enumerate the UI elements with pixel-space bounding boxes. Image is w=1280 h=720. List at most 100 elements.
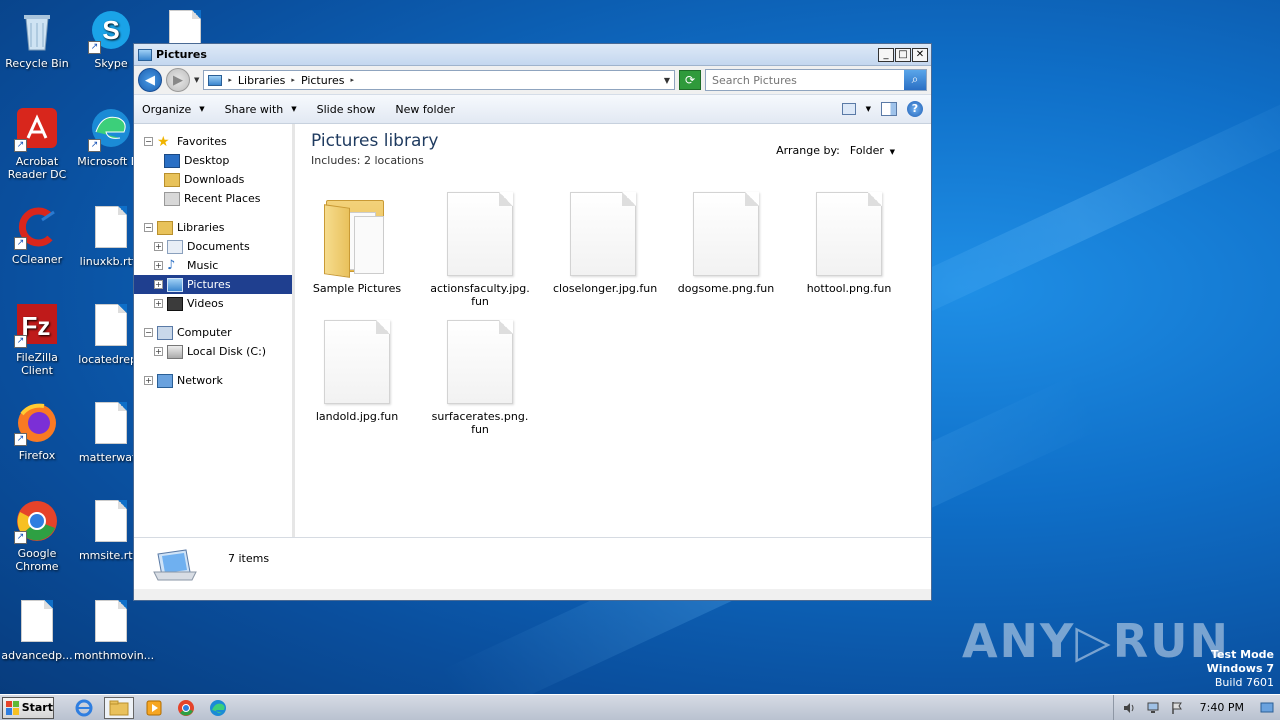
chrome-taskbar-button[interactable]: [174, 697, 198, 719]
nav-item-network[interactable]: + Network: [134, 371, 292, 390]
nav-item-downloads[interactable]: Downloads: [134, 170, 292, 189]
expand-icon[interactable]: +: [154, 347, 163, 356]
file-item[interactable]: landold.jpg.fun: [307, 320, 407, 423]
breadcrumb-pictures[interactable]: Pictures: [301, 74, 345, 87]
view-options-dropdown-icon[interactable]: ▼: [866, 105, 871, 113]
nav-label: Desktop: [184, 154, 230, 167]
recycle-bin-icon: [14, 8, 60, 54]
media-player-icon: [146, 700, 162, 715]
desktop-icon-label: Skype: [94, 57, 128, 70]
desktop-icon-chrome[interactable]: ↗ Google Chrome: [0, 498, 74, 573]
document-icon: [88, 500, 134, 546]
change-view-icon[interactable]: [841, 103, 856, 115]
show-desktop-icon[interactable]: [1260, 701, 1274, 715]
desktop-icon-advancedp[interactable]: advancedp...: [0, 598, 74, 662]
collapse-icon[interactable]: −: [144, 328, 153, 337]
edge-taskbar-button[interactable]: [206, 697, 230, 719]
file-item[interactable]: actionsfaculty.jpg.fun: [430, 192, 530, 308]
desktop-icon-monthmovin[interactable]: monthmovin...: [74, 598, 154, 662]
documents-icon: [167, 239, 183, 254]
preview-pane-icon[interactable]: [881, 102, 897, 116]
expand-icon[interactable]: +: [154, 242, 163, 251]
expand-icon[interactable]: +: [144, 376, 153, 385]
shortcut-arrow-icon: ↗: [88, 41, 101, 54]
document-icon: [88, 600, 134, 646]
arrange-by-dropdown[interactable]: Folder ▼: [850, 144, 895, 157]
file-item[interactable]: dogsome.png.fun: [676, 192, 776, 295]
minimize-button[interactable]: _: [878, 47, 894, 62]
slide-show-button[interactable]: Slide show: [317, 103, 376, 116]
expand-icon[interactable]: +: [154, 261, 163, 270]
internet-explorer-taskbar-button[interactable]: [72, 697, 96, 719]
search-field[interactable]: ⌕: [705, 69, 927, 91]
nav-item-documents[interactable]: + Documents: [134, 237, 292, 256]
document-icon: [88, 304, 134, 350]
start-button[interactable]: Start: [2, 696, 54, 719]
nav-item-favorites[interactable]: − ★ Favorites: [134, 132, 292, 151]
file-name: actionsfaculty.jpg.fun: [430, 282, 530, 308]
desktop-icon-acrobat[interactable]: ↗ Acrobat Reader DC: [0, 106, 74, 181]
desktop-icon-ccleaner[interactable]: ↗ CCleaner: [0, 204, 74, 266]
collapse-icon[interactable]: −: [144, 223, 153, 232]
slide-show-label: Slide show: [316, 102, 376, 116]
refresh-button[interactable]: ⟳: [679, 70, 701, 90]
file-item[interactable]: hottool.png.fun: [799, 192, 899, 295]
file-item[interactable]: closelonger.jpg.fun: [553, 192, 657, 295]
expand-icon[interactable]: +: [154, 280, 163, 289]
nav-label: Computer: [177, 326, 232, 339]
breadcrumb-libraries[interactable]: Libraries: [238, 74, 286, 87]
collapse-icon[interactable]: −: [144, 137, 153, 146]
maximize-button[interactable]: □: [895, 47, 911, 62]
nav-item-computer[interactable]: − Computer: [134, 323, 292, 342]
nav-item-videos[interactable]: + Videos: [134, 294, 292, 313]
recent-pages-dropdown-icon[interactable]: ▼: [194, 76, 199, 84]
speaker-icon[interactable]: [1122, 701, 1136, 715]
system-clock[interactable]: 7:40 PM: [1200, 701, 1244, 714]
desktop-icon-label: advancedp...: [1, 649, 73, 662]
desktop-icon-label: CCleaner: [11, 253, 63, 266]
back-button[interactable]: ◀: [138, 68, 162, 92]
file-icon: [324, 320, 390, 404]
expand-icon[interactable]: +: [154, 299, 163, 308]
breadcrumb-separator-icon[interactable]: ▸: [228, 76, 232, 84]
file-name: Sample Pictures: [312, 282, 402, 295]
breadcrumb-separator-icon[interactable]: ▸: [351, 76, 355, 84]
address-history-dropdown-icon[interactable]: ▼: [664, 76, 670, 85]
action-center-flag-icon[interactable]: [1170, 701, 1184, 715]
nav-label: Recent Places: [184, 192, 261, 205]
search-input[interactable]: [706, 73, 904, 87]
file-item[interactable]: surfacerates.png.fun: [430, 320, 530, 436]
forward-button[interactable]: ▶: [166, 68, 190, 92]
organize-label: Organize: [142, 102, 192, 116]
close-button[interactable]: ✕: [912, 47, 928, 62]
nav-item-desktop[interactable]: Desktop: [134, 151, 292, 170]
network-status-icon[interactable]: [1146, 701, 1160, 715]
nav-item-libraries[interactable]: − Libraries: [134, 218, 292, 237]
desktop-icon-firefox[interactable]: ↗ Firefox: [0, 400, 74, 462]
file-item[interactable]: Sample Pictures: [307, 192, 407, 295]
breadcrumb-separator-icon[interactable]: ▸: [291, 76, 295, 84]
share-with-button[interactable]: Share with ▼: [225, 103, 297, 116]
organize-button[interactable]: Organize ▼: [142, 103, 205, 116]
desktop-icon: [164, 153, 180, 168]
new-folder-button[interactable]: New folder: [395, 103, 454, 116]
file-icon: [693, 192, 759, 276]
search-icon[interactable]: ⌕: [904, 70, 926, 90]
title-bar[interactable]: Pictures _ □ ✕: [134, 44, 931, 66]
nav-item-local-disk[interactable]: + Local Disk (C:): [134, 342, 292, 361]
svg-text:S: S: [102, 15, 119, 45]
desktop-icon-filezilla[interactable]: Fz ↗ FileZilla Client: [0, 302, 74, 377]
address-box[interactable]: ▸ Libraries ▸ Pictures ▸ ▼: [203, 70, 675, 90]
nav-item-music[interactable]: + ♪ Music: [134, 256, 292, 275]
nav-label: Pictures: [187, 278, 231, 291]
nav-item-pictures[interactable]: + Pictures: [134, 275, 292, 294]
chevron-down-icon: ▼: [887, 148, 895, 156]
help-button[interactable]: ?: [907, 101, 923, 117]
media-player-taskbar-button[interactable]: [142, 697, 166, 719]
includes-locations-link[interactable]: 2 locations: [364, 154, 424, 167]
explorer-taskbar-button[interactable]: [104, 696, 134, 719]
desktop-icon-recycle-bin[interactable]: Recycle Bin: [0, 8, 74, 70]
desktop-icon-label: Firefox: [18, 449, 56, 462]
nav-item-recent-places[interactable]: Recent Places: [134, 189, 292, 208]
file-name: closelonger.jpg.fun: [553, 282, 658, 295]
